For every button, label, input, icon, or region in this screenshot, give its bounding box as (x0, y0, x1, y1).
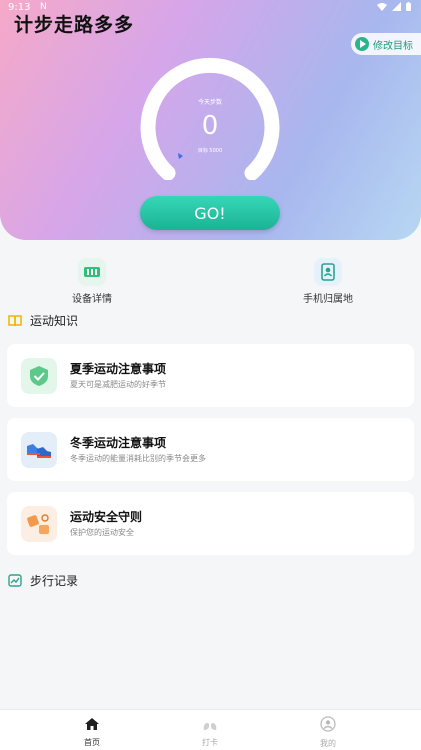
device-details-button[interactable]: 设备详情 (37, 258, 147, 305)
card-description: 保护您的运动安全 (70, 528, 134, 537)
knowledge-section-header: 运动知识 (8, 312, 78, 329)
home-icon (85, 718, 99, 730)
phone-location-label: 手机归属地 (303, 294, 353, 305)
sneakers-icon (21, 432, 57, 468)
records-section-title: 步行记录 (30, 574, 79, 588)
tab-home-label: 首页 (84, 738, 100, 747)
records-section-header: 步行记录 (8, 572, 78, 589)
device-icon (78, 258, 106, 286)
hero-banner: 9:13 N 计步走路多多 修改目标 今天步数 0 目标 5000 GO! (0, 0, 421, 240)
bottom-tab-bar: 首页 打卡 我的 (0, 709, 421, 750)
knowledge-card-winter[interactable]: 冬季运动注意事项 冬季运动的能量消耗比别的季节会更多 (7, 418, 414, 481)
tab-home[interactable]: 首页 (62, 716, 122, 748)
card-title: 冬季运动注意事项 (70, 436, 167, 450)
tab-profile[interactable]: 我的 (298, 716, 358, 749)
card-description: 夏天可是减肥运动的好季节 (70, 380, 166, 389)
shield-check-icon (21, 358, 57, 394)
book-icon (8, 315, 22, 327)
safety-icon (21, 506, 57, 542)
device-details-label: 设备详情 (72, 294, 112, 305)
status-icons (377, 2, 411, 11)
card-description: 冬季运动的能量消耗比别的季节会更多 (70, 454, 206, 463)
play-icon (355, 37, 369, 51)
signal-icon (392, 2, 401, 11)
edit-goal-label: 修改目标 (373, 40, 413, 52)
card-title: 夏季运动注意事项 (70, 362, 167, 376)
lungs-icon (203, 719, 217, 730)
tab-checkin[interactable]: 打卡 (180, 716, 240, 748)
knowledge-card-safety[interactable]: 运动安全守则 保护您的运动安全 (7, 492, 414, 555)
card-title: 运动安全守则 (70, 510, 143, 524)
step-gauge: 今天步数 0 目标 5000 (138, 55, 282, 181)
phone-location-icon (314, 258, 342, 286)
step-count: 0 (201, 111, 219, 141)
edit-goal-button[interactable]: 修改目标 (351, 33, 421, 55)
wifi-icon (377, 3, 387, 11)
battery-icon (406, 2, 411, 11)
gauge-caption: 今天步数 (197, 99, 222, 106)
go-button[interactable]: GO! (140, 196, 280, 230)
profile-icon (320, 716, 336, 732)
app-title: 计步走路多多 (14, 14, 135, 36)
tab-profile-label: 我的 (320, 739, 336, 748)
step-target: 目标 5000 (197, 148, 223, 154)
knowledge-card-summary[interactable]: 夏季运动注意事项 夏天可是减肥运动的好季节 (7, 344, 414, 407)
knowledge-section-title: 运动知识 (30, 314, 79, 328)
phone-location-button[interactable]: 手机归属地 (273, 258, 383, 305)
tab-checkin-label: 打卡 (202, 738, 218, 747)
chart-icon (8, 574, 22, 587)
